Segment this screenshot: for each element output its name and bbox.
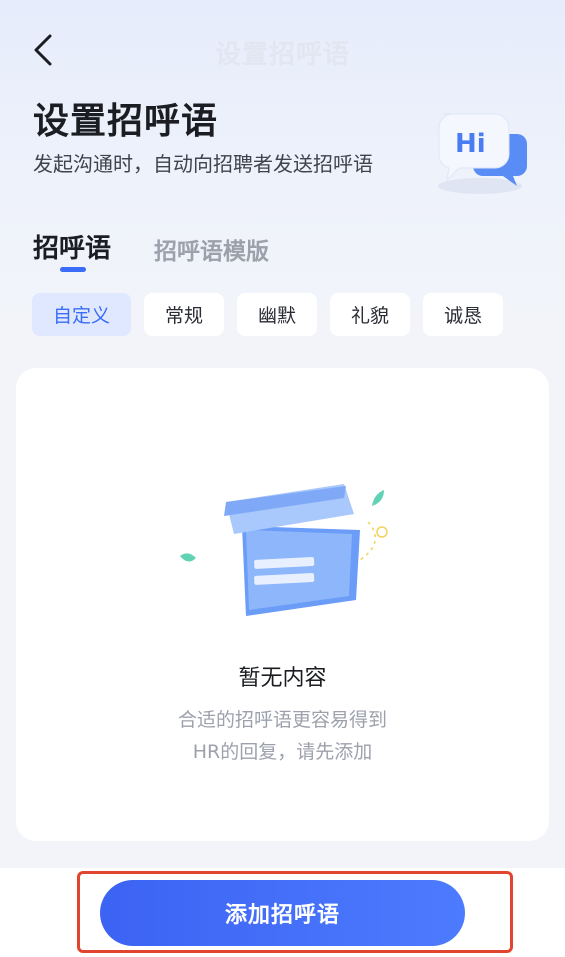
chip-custom[interactable]: 自定义 (32, 293, 132, 336)
category-chips: 自定义 常规 幽默 礼貌 诚恳 (32, 293, 504, 336)
page-subtitle: 发起沟通时，自动向招聘者发送招呼语 (33, 152, 373, 176)
chip-humorous[interactable]: 幽默 (237, 293, 318, 336)
greeting-list-card: 暂无内容 合适的招呼语更容易得到 HR的回复，请先添加 (16, 368, 549, 841)
empty-box-illustration (176, 476, 396, 626)
chip-regular[interactable]: 常规 (144, 293, 225, 336)
empty-state-desc-line1: 合适的招呼语更容易得到 (177, 709, 387, 731)
empty-state-title: 暂无内容 (238, 666, 327, 691)
empty-state-description: 合适的招呼语更容易得到 HR的回复，请先添加 (16, 704, 549, 768)
page-title: 设置招呼语 (33, 101, 219, 142)
tab-greeting[interactable]: 招呼语 (33, 228, 111, 265)
tab-greeting-template[interactable]: 招呼语模版 (154, 232, 269, 266)
top-bar: 设置招呼语 (0, 0, 565, 100)
chip-polite[interactable]: 礼貌 (330, 293, 411, 336)
hi-badge-text: Hi (455, 129, 486, 159)
nav-title: 设置招呼语 (214, 40, 350, 70)
active-tab-indicator (60, 267, 86, 272)
chip-sincere[interactable]: 诚恳 (423, 293, 504, 336)
hi-speech-bubble-illustration: Hi (425, 100, 535, 200)
empty-state-desc-line2: HR的回复，请先添加 (192, 741, 373, 763)
add-greeting-button[interactable]: 添加招呼语 (100, 880, 465, 946)
